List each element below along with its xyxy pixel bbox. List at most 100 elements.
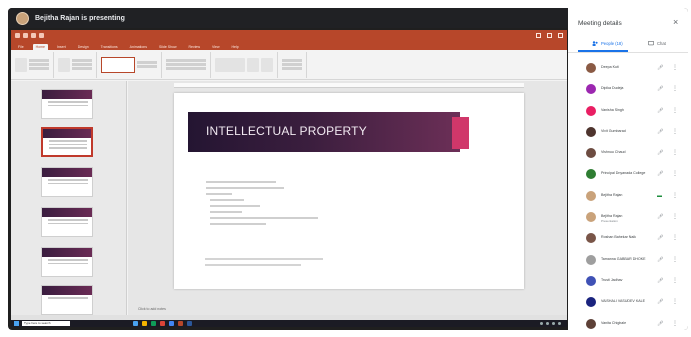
slide-footnote[interactable] <box>205 256 323 270</box>
ribbon-group-drawing[interactable] <box>215 51 278 78</box>
powerpoint-icon[interactable] <box>178 321 183 326</box>
chrome-icon[interactable] <box>160 321 165 326</box>
tab-chat[interactable]: Chat <box>648 41 666 46</box>
font-dropdown[interactable] <box>101 56 135 73</box>
tab-people[interactable]: People (18) <box>592 41 623 47</box>
shared-screen: File Home Insert Design Transitions Anim… <box>11 30 567 327</box>
more-options-icon[interactable]: ⋮ <box>672 192 678 199</box>
more-options-icon[interactable]: ⋮ <box>672 64 678 71</box>
close-icon[interactable]: × <box>673 17 678 27</box>
slide-editor: INTELLECTUAL PROPERTY Click to add notes <box>128 81 567 315</box>
participant-row[interactable]: VAISHALI VASUDEV KALE 🎤︎ ⋮ <box>568 294 688 315</box>
avatar <box>586 105 596 116</box>
participant-row[interactable]: Roshan Bahekar Naik 🎤︎ ⋮ <box>568 230 688 251</box>
meet-window: Bejitha Rajan is presenting File Home In… <box>8 8 688 330</box>
ribbon-tab-transitions[interactable]: Transitions <box>98 44 121 50</box>
mic-muted-icon[interactable]: 🎤︎ <box>657 171 663 177</box>
participant-row[interactable]: Vivit Gumbarad 🎤︎ ⋮ <box>568 124 688 145</box>
mic-muted-icon[interactable]: 🎤︎ <box>657 214 663 220</box>
mic-muted-icon[interactable]: 🎤︎ <box>657 86 663 92</box>
app-icon[interactable] <box>151 321 156 326</box>
ribbon-tabs: File Home Insert Design Transitions Anim… <box>11 41 567 50</box>
slide-thumb-4[interactable] <box>41 207 93 237</box>
taskbar-apps <box>133 321 192 326</box>
more-options-icon[interactable]: ⋮ <box>672 320 678 327</box>
app-icon[interactable] <box>133 321 138 326</box>
mic-muted-icon[interactable]: 🎤︎ <box>657 65 663 71</box>
avatar <box>586 212 596 223</box>
taskbar-search[interactable]: Type here to search <box>22 321 70 326</box>
more-options-icon[interactable]: ⋮ <box>672 234 678 241</box>
slide-thumb-2[interactable] <box>41 127 93 157</box>
participant-name: Vanita Chighale <box>601 320 627 325</box>
slide-thumb-6[interactable] <box>41 285 93 315</box>
ribbon-group-paragraph[interactable] <box>166 51 211 78</box>
participant-row[interactable]: Bejitha Rajan ▬ ⋮ <box>568 188 688 209</box>
ribbon-tab-home[interactable]: Home <box>32 44 48 50</box>
slide-title[interactable]: INTELLECTUAL PROPERTY <box>206 124 367 138</box>
ribbon-tab-design[interactable]: Design <box>75 44 92 50</box>
tab-people-label: People (18) <box>601 41 623 46</box>
slide-body[interactable] <box>206 179 318 229</box>
participant-row[interactable]: Vanisha Singh 🎤︎ ⋮ <box>568 103 688 124</box>
word-icon[interactable] <box>187 321 192 326</box>
meeting-details-panel: Meeting details × People (18) Chat Deepa… <box>568 8 688 330</box>
mic-muted-icon[interactable]: 🎤︎ <box>657 257 663 263</box>
participant-row[interactable]: Bejitha Rajan Presentation 🎤︎ ⋮ <box>568 209 688 230</box>
more-options-icon[interactable]: ⋮ <box>672 107 678 114</box>
mic-muted-icon[interactable]: 🎤︎ <box>657 108 663 114</box>
ribbon-tab-file[interactable]: File <box>15 44 27 50</box>
participant-subtitle: Presentation <box>601 219 618 224</box>
participant-row[interactable]: Vishnuu Chaud 🎤︎ ⋮ <box>568 145 688 166</box>
panel-title: Meeting details <box>578 20 622 27</box>
ribbon-group-slides[interactable] <box>58 51 97 78</box>
accent-tab <box>452 117 469 149</box>
ribbon-tab-insert[interactable]: Insert <box>54 44 69 50</box>
mic-muted-icon[interactable]: 🎤︎ <box>657 129 663 135</box>
ribbon-tab-help[interactable]: Help <box>229 44 242 50</box>
avatar <box>586 84 596 95</box>
participant-row[interactable]: Dipika Dudeja 🎤︎ ⋮ <box>568 81 688 102</box>
ribbon-tab-animations[interactable]: Animations <box>127 44 150 50</box>
mic-muted-icon[interactable]: 🎤︎ <box>657 321 663 327</box>
avatar <box>586 233 596 244</box>
ribbon-tab-review[interactable]: Review <box>186 44 203 50</box>
ribbon-tab-slideshow[interactable]: Slide Show <box>156 44 180 50</box>
ribbon-group-font[interactable] <box>101 51 162 78</box>
slide-thumb-3[interactable] <box>41 167 93 197</box>
more-options-icon[interactable]: ⋮ <box>672 170 678 177</box>
ribbon-group-clipboard[interactable] <box>15 51 54 78</box>
more-options-icon[interactable]: ⋮ <box>672 277 678 284</box>
more-options-icon[interactable]: ⋮ <box>672 213 678 220</box>
participant-row[interactable]: Principal Dnyanada College 🎤︎ ⋮ <box>568 166 688 187</box>
people-icon <box>592 41 598 47</box>
ribbon-tab-view[interactable]: View <box>209 44 223 50</box>
mic-muted-icon[interactable]: 🎤︎ <box>657 299 663 305</box>
avatar <box>586 318 596 329</box>
speaking-icon[interactable]: ▬ <box>657 193 662 199</box>
participant-row[interactable]: Deepa Kuti 🎤︎ ⋮ <box>568 60 688 81</box>
mic-muted-icon[interactable]: 🎤︎ <box>657 278 663 284</box>
participant-row[interactable]: Vanita Chighale 🎤︎ ⋮ <box>568 316 688 330</box>
windows-start-icon[interactable] <box>14 321 19 326</box>
more-options-icon[interactable]: ⋮ <box>672 128 678 135</box>
more-options-icon[interactable]: ⋮ <box>672 149 678 156</box>
mic-muted-icon[interactable]: 🎤︎ <box>657 235 663 241</box>
mic-muted-icon[interactable]: 🎤︎ <box>657 150 663 156</box>
slide-thumb-1[interactable] <box>41 89 93 119</box>
participant-row[interactable]: Trusti Jadhav 🎤︎ ⋮ <box>568 273 688 294</box>
ribbon-group-editing[interactable] <box>282 51 307 78</box>
slide-thumbnails <box>11 81 127 315</box>
slide-thumb-5[interactable] <box>41 247 93 277</box>
more-options-icon[interactable]: ⋮ <box>672 85 678 92</box>
app-icon[interactable] <box>169 321 174 326</box>
more-options-icon[interactable]: ⋮ <box>672 298 678 305</box>
current-slide[interactable]: INTELLECTUAL PROPERTY <box>174 93 524 289</box>
participant-name: Trusti Jadhav <box>601 277 623 282</box>
more-options-icon[interactable]: ⋮ <box>672 256 678 263</box>
folder-icon[interactable] <box>142 321 147 326</box>
notes-placeholder[interactable]: Click to add notes <box>138 307 166 311</box>
system-tray <box>540 322 561 325</box>
presenting-bar: Bejitha Rajan is presenting <box>8 8 568 28</box>
participant-row[interactable]: Tamanna GABBAR DHOKE 🎤︎ ⋮ <box>568 252 688 273</box>
